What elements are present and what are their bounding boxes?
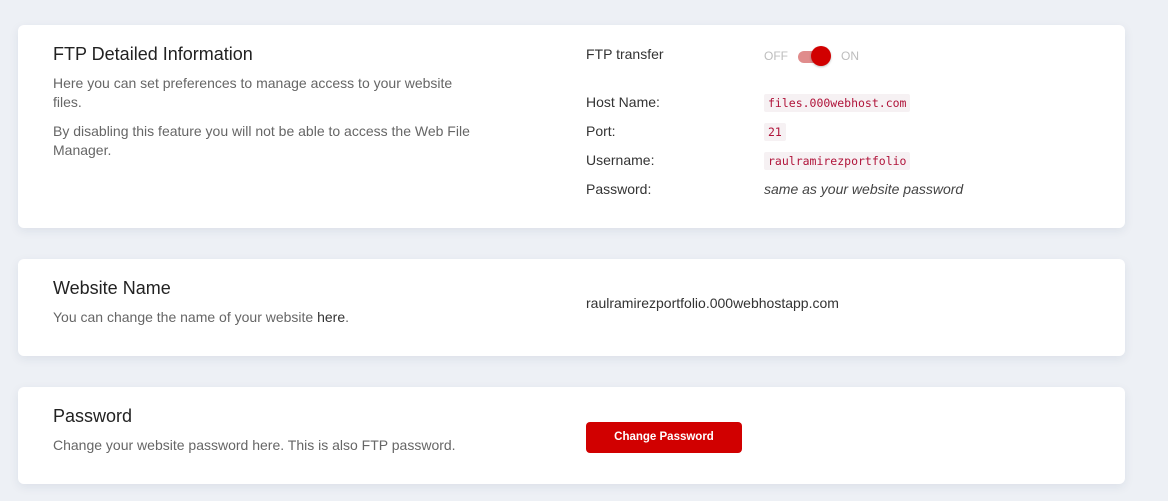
ftp-disable-note: By disabling this feature you will not b… xyxy=(53,123,470,158)
toggle-off-label: OFF xyxy=(764,49,788,63)
website-desc-suffix: . xyxy=(345,309,350,325)
website-name-description: You can change the name of your website … xyxy=(53,308,483,327)
host-name-label: Host Name: xyxy=(586,94,660,110)
port-label: Port: xyxy=(586,123,616,139)
username-value: raulramirezportfolio xyxy=(764,152,911,170)
website-url: raulramirezportfolio.000webhostapp.com xyxy=(586,295,839,311)
ftp-section-title: FTP Detailed Information xyxy=(53,44,253,64)
port-value: 21 xyxy=(764,123,786,141)
ftp-info-card: FTP Detailed Information Here you can se… xyxy=(18,25,1125,228)
change-name-link[interactable]: here xyxy=(317,309,345,325)
password-title: Password xyxy=(53,406,133,426)
password-card: Password Change your website password he… xyxy=(18,387,1125,484)
ftp-transfer-label: FTP transfer xyxy=(586,46,664,62)
password-label: Password: xyxy=(586,181,652,197)
website-name-card: Website Name You can change the name of … xyxy=(18,259,1125,356)
host-name-value: files.000webhost.com xyxy=(764,94,911,112)
website-name-title: Website Name xyxy=(53,278,171,298)
ftp-description: Here you can set preferences to manage a… xyxy=(53,75,453,110)
toggle-knob[interactable] xyxy=(811,46,831,66)
password-note: same as your website password xyxy=(764,181,964,197)
toggle-on-label: ON xyxy=(841,49,859,63)
change-password-button[interactable]: Change Password xyxy=(586,422,742,453)
website-desc-text: You can change the name of your website xyxy=(53,309,318,325)
username-label: Username: xyxy=(586,152,655,168)
password-description: Change your website password here. This … xyxy=(53,437,456,453)
